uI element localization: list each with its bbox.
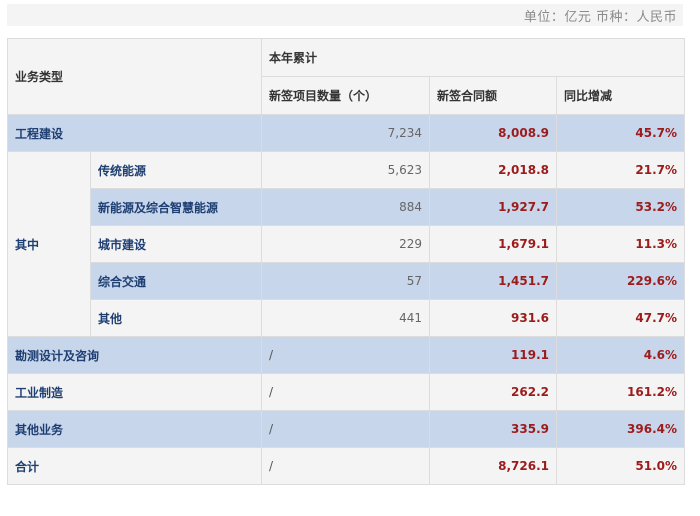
row-count: / — [261, 336, 431, 374]
table-row: 其他 441 931.6 47.7% — [8, 299, 686, 337]
row-yoy: 396.4% — [556, 410, 686, 448]
row-amount: 1,679.1 — [429, 225, 558, 263]
table-row: 其他业务 / 335.9 396.4% — [6, 410, 686, 448]
row-label: 综合交通 — [89, 262, 263, 300]
row-yoy: 51.0% — [556, 447, 686, 485]
row-amount: 8,008.9 — [429, 114, 558, 152]
table-row: 城市建设 229 1,679.1 11.3% — [8, 225, 686, 263]
table-row: 工程建设 7,234 8,008.9 45.7% — [6, 114, 686, 152]
table-row: 其中 传统能源 5,623 2,018.8 21.7% — [7, 151, 686, 337]
row-amount: 1,451.7 — [429, 262, 558, 300]
row-label: 其他 — [89, 299, 263, 337]
row-count: / — [261, 373, 431, 411]
row-count: 5,623 — [261, 151, 431, 189]
row-amount: 335.9 — [429, 410, 558, 448]
row-label: 其他业务 — [6, 410, 263, 448]
row-count: / — [261, 447, 431, 485]
header-ytd: 本年累计 — [261, 38, 686, 77]
row-yoy: 229.6% — [556, 262, 686, 300]
row-amount: 2,018.8 — [429, 151, 558, 189]
header-business-type: 业务类型 — [6, 38, 263, 115]
row-label: 工业制造 — [6, 373, 263, 411]
row-yoy: 21.7% — [556, 151, 686, 189]
contracts-table: 业务类型 本年累计 新签项目数量（个） 新签合同额 同比增减 工程建设 7,23… — [6, 38, 686, 485]
row-amount: 262.2 — [429, 373, 558, 411]
header-yoy: 同比增减 — [556, 76, 686, 115]
table-row: 综合交通 57 1,451.7 229.6% — [8, 262, 686, 300]
header-count: 新签项目数量（个） — [261, 76, 431, 115]
row-yoy: 45.7% — [556, 114, 686, 152]
row-count: 441 — [261, 299, 431, 337]
row-yoy: 47.7% — [556, 299, 686, 337]
unit-note: 单位：亿元 币种：人民币 — [523, 10, 677, 25]
row-count: 7,234 — [261, 114, 431, 152]
row-label: 工程建设 — [6, 114, 263, 152]
row-count: 57 — [261, 262, 431, 300]
table-row: 新能源及综合智慧能源 884 1,927.7 53.2% — [8, 188, 686, 226]
row-yoy: 4.6% — [556, 336, 686, 374]
row-label: 新能源及综合智慧能源 — [89, 188, 263, 226]
table-row: 合计 / 8,726.1 51.0% — [6, 447, 686, 485]
row-count: / — [261, 410, 431, 448]
row-amount: 119.1 — [429, 336, 558, 374]
row-amount: 1,927.7 — [429, 188, 558, 226]
header-amount: 新签合同额 — [429, 76, 558, 115]
row-yoy: 161.2% — [556, 373, 686, 411]
table-row: 工业制造 / 262.2 161.2% — [6, 373, 686, 411]
table-row: 勘测设计及咨询 / 119.1 4.6% — [6, 336, 686, 374]
header-row-1: 业务类型 本年累计 — [6, 38, 686, 115]
row-label: 城市建设 — [89, 225, 263, 263]
unit-note-bar: 单位：亿元 币种：人民币 — [7, 4, 683, 26]
row-amount: 931.6 — [429, 299, 558, 337]
row-count: 884 — [261, 188, 431, 226]
row-amount: 8,726.1 — [429, 447, 558, 485]
qizhong-label: 其中 — [7, 151, 91, 337]
row-count: 229 — [261, 225, 431, 263]
row-label: 合计 — [6, 447, 263, 485]
row-yoy: 11.3% — [556, 225, 686, 263]
row-label: 勘测设计及咨询 — [6, 336, 263, 374]
row-label: 传统能源 — [89, 151, 263, 189]
row-yoy: 53.2% — [556, 188, 686, 226]
